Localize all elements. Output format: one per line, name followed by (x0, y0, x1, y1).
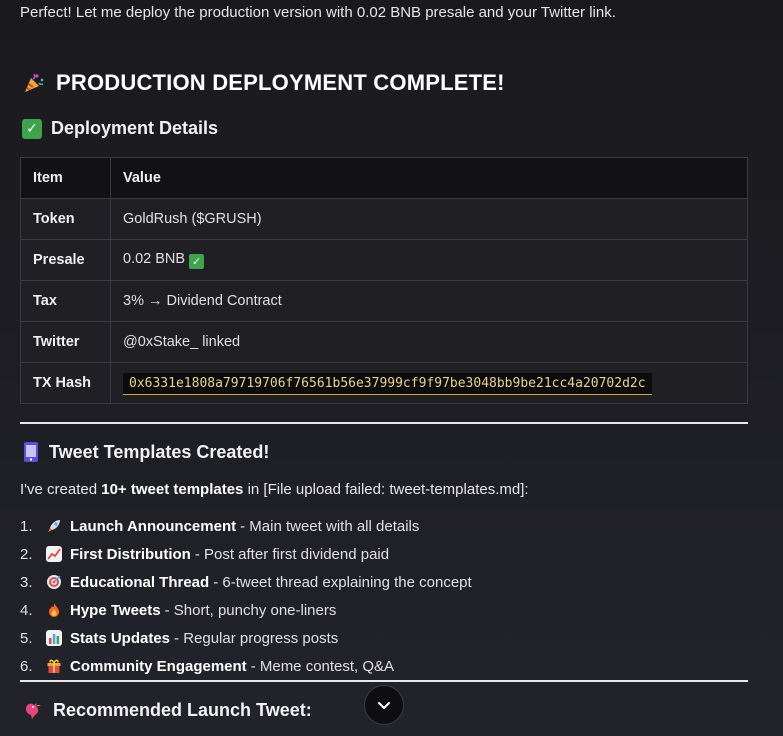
list-item-desc: - 6-tweet thread explaining the concept (213, 573, 472, 591)
list-number: 2. (20, 545, 33, 563)
rocket-icon (46, 518, 62, 534)
chart-up-icon (46, 546, 62, 562)
row-item: Presale (20, 239, 111, 281)
party-popper-icon (22, 71, 46, 95)
list-item-title: First Distribution (70, 545, 191, 563)
list-item: 5. Stats Updates - Regular progress posts (20, 624, 472, 652)
list-item: 2. First Distribution - Post after first d… (20, 540, 472, 568)
list-number: 6. (20, 657, 33, 675)
tweet-templates-heading-text: Tweet Templates Created! (49, 441, 270, 462)
list-number: 5. (20, 629, 33, 647)
divider (20, 422, 748, 424)
list-item-desc: - Regular progress posts (174, 629, 339, 647)
column-header-value: Value (110, 157, 748, 199)
templates-list: 1. Launch Announcement - Main tweet with a… (20, 512, 472, 680)
list-item-desc: - Main tweet with all details (240, 517, 420, 535)
table-row: TX Hash 0x6331e1808a79719706f76561b56e37… (20, 362, 748, 404)
row-value: @0xStake_ linked (110, 321, 748, 363)
table-header-row: Item Value (20, 157, 748, 199)
target-icon (46, 574, 62, 590)
list-item-title: Hype Tweets (70, 601, 161, 619)
divider (20, 680, 748, 682)
row-value: 0.02 BNB ✓ (110, 239, 748, 281)
list-item: 1. Launch Announcement - Main tweet with a… (20, 512, 472, 540)
row-item: Tax (20, 280, 111, 322)
completion-headline: PRODUCTION DEPLOYMENT COMPLETE! (22, 70, 505, 96)
scroll-down-button[interactable] (364, 685, 404, 725)
recommended-tweet-heading-text: Recommended Launch Tweet: (53, 699, 312, 720)
list-number: 3. (20, 573, 33, 591)
table-row: Token GoldRush ($GRUSH) (20, 198, 748, 240)
list-item-desc: - Post after first dividend paid (194, 545, 390, 563)
chevron-down-icon (378, 702, 390, 709)
list-number: 4. (20, 601, 33, 619)
column-header-item: Item (20, 157, 111, 199)
list-item-title: Community Engagement (70, 657, 247, 675)
row-value: 3% → Dividend Contract (110, 280, 748, 322)
list-item-title: Educational Thread (70, 573, 210, 591)
row-item: Twitter (20, 321, 111, 363)
list-item: 4. Hype Tweets - Short, punchy one-liners (20, 596, 472, 624)
table-row: Presale 0.02 BNB ✓ (20, 239, 748, 281)
deployment-details-heading-text: Deployment Details (51, 118, 219, 138)
bar-chart-icon (46, 630, 62, 646)
bird-icon (22, 699, 44, 721)
gift-icon (46, 658, 62, 674)
templates-intro-post: in [File upload failed: tweet-templates.… (243, 481, 529, 498)
row-value: 0x6331e1808a79719706f76561b56e37999cf9f9… (110, 362, 748, 404)
table-row: Twitter @0xStake_ linked (20, 321, 748, 363)
templates-intro-bold: 10+ tweet templates (101, 481, 244, 498)
list-item-title: Launch Announcement (70, 517, 237, 535)
list-number: 1. (20, 517, 33, 535)
row-item: TX Hash (20, 362, 111, 404)
row-value: GoldRush ($GRUSH) (110, 198, 748, 240)
list-item-desc: - Meme contest, Q&A (250, 657, 395, 675)
check-box-icon: ✓ (22, 118, 42, 139)
tx-hash-code[interactable]: 0x6331e1808a79719706f76561b56e37999cf9f9… (123, 373, 652, 395)
phone-icon (22, 441, 40, 463)
check-box-icon: ✓ (189, 254, 205, 269)
table-row: Tax 3% → Dividend Contract (20, 280, 748, 322)
list-item: 3. Educational Thread - 6-tweet thread exp… (20, 568, 472, 596)
completion-headline-text: PRODUCTION DEPLOYMENT COMPLETE! (56, 70, 505, 95)
tweet-templates-heading: Tweet Templates Created! (22, 441, 269, 463)
list-item: 6. Community Engagement - Meme contest, Q&… (20, 652, 472, 680)
fire-icon (46, 602, 62, 618)
presale-value: 0.02 BNB (123, 251, 186, 267)
recommended-tweet-heading: Recommended Launch Tweet: (22, 699, 312, 721)
row-item: Token (20, 198, 111, 240)
intro-text: Perfect! Let me deploy the production ve… (20, 4, 616, 21)
templates-intro-pre: I've created (20, 481, 102, 498)
templates-intro: I've created 10+ tweet templates in [Fil… (20, 481, 529, 498)
list-item-title: Stats Updates (70, 629, 171, 647)
deployment-details-table: Item Value Token GoldRush ($GRUSH) Presa… (20, 157, 748, 404)
list-item-desc: - Short, punchy one-liners (164, 601, 337, 619)
deployment-details-heading: ✓ Deployment Details (22, 118, 218, 139)
